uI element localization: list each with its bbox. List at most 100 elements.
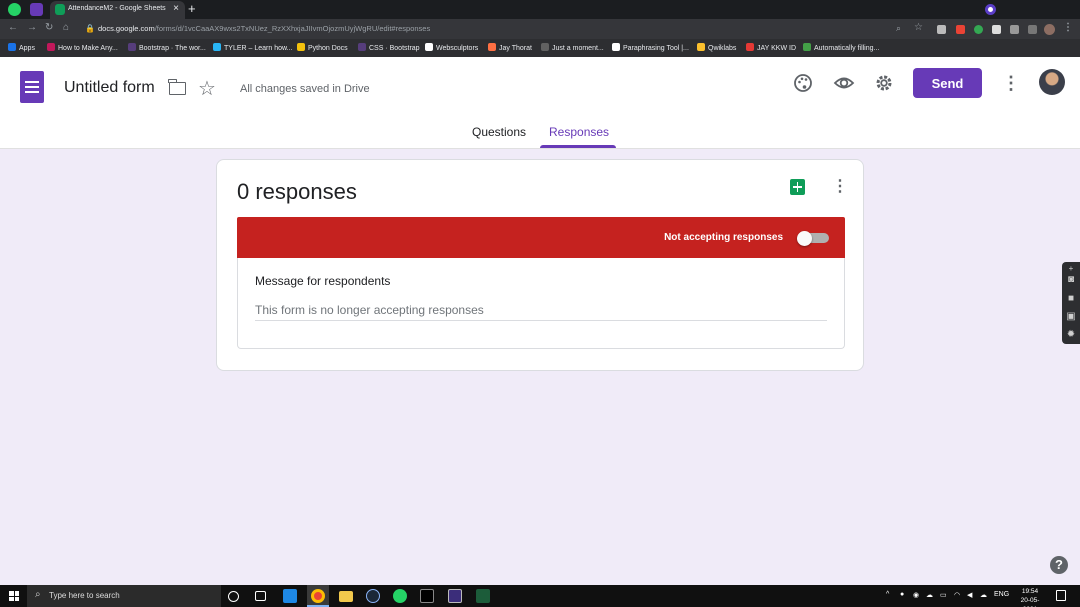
bookmark-item[interactable]: How to Make Any... (47, 43, 118, 52)
extension-icon[interactable] (956, 25, 965, 34)
responses-card: 0 responses ⋮ Not accepting responses Me… (216, 159, 864, 371)
file-explorer-icon[interactable] (339, 591, 353, 602)
microphone-icon[interactable]: ● (900, 591, 904, 598)
tray-app-icon[interactable]: ◉ (913, 591, 919, 599)
whatsapp-icon[interactable] (393, 589, 407, 603)
forms-header: Untitled form ☆ All changes saved in Dri… (0, 57, 1080, 149)
browser-tab-active[interactable]: AttendanceM2 - Google Sheets × (50, 1, 185, 19)
bookmarks-bar: Apps How to Make Any... Bootstrap · The … (0, 39, 1080, 57)
recording-indicator-icon[interactable] (985, 4, 996, 15)
bookmark-item[interactable]: Bootstrap · The wor... (128, 43, 206, 52)
language-indicator[interactable]: ENG (994, 591, 1009, 598)
bookmark-item[interactable]: Automatically filling... (803, 43, 879, 52)
taskbar-clock[interactable]: 19:54 20-05-2021 (1015, 587, 1045, 607)
message-input[interactable] (255, 300, 827, 321)
bookmark-item[interactable]: Qwiklabs (697, 43, 736, 52)
new-tab-icon[interactable]: + (188, 1, 196, 16)
reload-icon[interactable]: ↻ (45, 22, 53, 33)
bookmark-label: TYLER – Learn how... (224, 45, 293, 52)
bookmark-favicon-icon (746, 43, 754, 51)
url-field[interactable]: docs.google.com/forms/d/1vcCaaAX9wxs2TxN… (98, 24, 430, 33)
more-vert-icon[interactable]: ⋮ (1002, 73, 1020, 93)
folder-icon[interactable] (168, 79, 186, 95)
bookmark-item[interactable]: Paraphrasing Tool |... (612, 43, 689, 52)
notifications-icon[interactable] (1056, 590, 1066, 601)
volume-icon[interactable]: ◀ (967, 591, 972, 599)
terminal-icon[interactable] (420, 589, 434, 603)
bookmark-label: JAY KKW ID (757, 45, 797, 52)
extension-icon[interactable] (1010, 25, 1019, 34)
star-icon[interactable]: ☆ (198, 76, 216, 101)
video-icon[interactable]: ■ (1065, 294, 1077, 304)
whatsapp-tab-icon[interactable] (8, 3, 21, 16)
sheets-icon[interactable] (790, 179, 805, 195)
bookmark-favicon-icon (488, 43, 496, 51)
form-title[interactable]: Untitled form (64, 79, 155, 97)
settings-icon[interactable]: ✹ (1065, 330, 1077, 340)
zoom-icon[interactable]: ⌕ (896, 23, 901, 34)
cloud-icon[interactable]: ☁ (980, 591, 987, 599)
more-vert-icon[interactable]: ⋮ (832, 178, 848, 196)
send-button[interactable]: Send (913, 68, 982, 98)
gear-icon[interactable] (873, 73, 895, 95)
onedrive-icon[interactable]: ☁ (926, 591, 933, 599)
tab-questions[interactable]: Questions (472, 125, 526, 139)
forward-icon[interactable]: → (27, 22, 37, 33)
task-view-icon[interactable] (255, 591, 266, 601)
app-icon[interactable] (476, 589, 490, 603)
accepting-responses-toggle[interactable] (797, 231, 829, 246)
bookmark-item[interactable]: CSS · Bootstrap (358, 43, 420, 52)
taskbar: ⌕ Type here to search ^ ● ◉ ☁ ▭ ◠ ◀ ☁ EN… (0, 585, 1080, 607)
bookmark-item[interactable]: JAY KKW ID (746, 43, 796, 52)
save-status: All changes saved in Drive (240, 83, 370, 95)
eye-icon[interactable] (833, 73, 855, 95)
home-icon[interactable]: ⌂ (63, 22, 69, 33)
bookmark-label: Jay Thorat (499, 45, 532, 52)
recorder-side-panel: + ◙ ■ ▣ ✹ (1062, 262, 1080, 344)
camera-icon[interactable]: ◙ (1065, 275, 1077, 285)
browser-tab-title: AttendanceM2 - Google Sheets (68, 5, 166, 12)
extension-icon[interactable] (937, 25, 946, 34)
bookmark-label: Websculptors (436, 45, 479, 52)
add-icon[interactable]: + (1065, 264, 1077, 274)
palette-icon[interactable] (792, 73, 814, 95)
bookmark-label: How to Make Any... (58, 45, 118, 52)
bookmark-favicon-icon (297, 43, 305, 51)
bookmark-item[interactable]: Just a moment... (541, 43, 604, 52)
back-icon[interactable]: ← (8, 22, 18, 33)
app-icon[interactable] (448, 589, 462, 603)
help-icon[interactable]: ? (1050, 556, 1068, 574)
bookmark-item[interactable]: Python Docs (297, 43, 348, 52)
bookmark-favicon-icon (541, 43, 549, 51)
bookmark-item[interactable]: Apps (8, 43, 35, 52)
wifi-icon[interactable]: ◠ (954, 591, 960, 599)
close-tab-icon[interactable]: × (173, 3, 179, 14)
taskbar-search[interactable]: ⌕ Type here to search (27, 585, 221, 607)
chrome-icon[interactable] (311, 589, 325, 603)
bookmark-item[interactable]: Jay Thorat (488, 43, 532, 52)
cortana-icon[interactable] (228, 591, 239, 602)
browser-menu-icon[interactable]: ⋮ (1063, 22, 1073, 33)
extensions-puzzle-icon[interactable] (1028, 25, 1037, 34)
bookmark-favicon-icon (697, 43, 705, 51)
profile-avatar-icon[interactable] (1044, 24, 1055, 35)
avatar[interactable] (1039, 69, 1065, 95)
bookmark-label: Apps (19, 45, 35, 52)
steam-icon[interactable] (366, 589, 380, 603)
bookmark-star-icon[interactable]: ☆ (914, 22, 923, 33)
form-tabs: Questions Responses (0, 123, 1080, 149)
google-forms-logo-icon[interactable] (20, 71, 44, 103)
vscode-icon[interactable] (283, 589, 297, 603)
clock-time: 19:54 (1021, 588, 1039, 595)
battery-icon[interactable]: ▭ (940, 591, 947, 599)
bookmark-item[interactable]: Websculptors (425, 43, 478, 52)
extension-icon[interactable] (992, 25, 1001, 34)
tray-chevron-icon[interactable]: ^ (886, 591, 889, 598)
extension-icon[interactable] (974, 25, 983, 34)
windows-start-icon[interactable] (9, 591, 19, 601)
lock-icon[interactable]: 🔒 (85, 24, 95, 33)
bookmark-item[interactable]: TYLER – Learn how... (213, 43, 292, 52)
forms-tab-icon[interactable] (30, 3, 43, 16)
gallery-icon[interactable]: ▣ (1065, 312, 1077, 322)
tab-responses[interactable]: Responses (549, 125, 609, 139)
